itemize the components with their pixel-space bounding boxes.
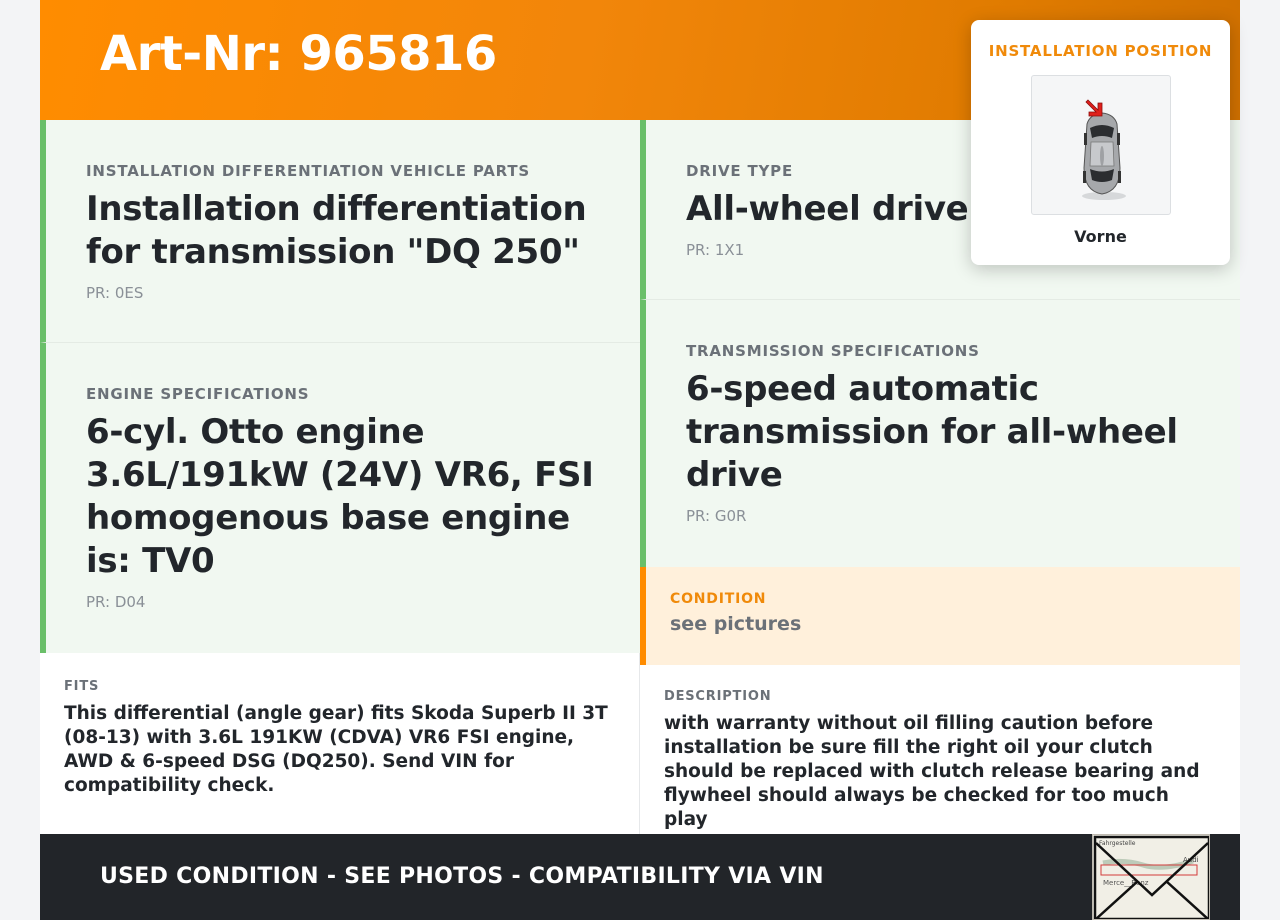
- installation-position-value: Vorne: [1074, 227, 1127, 246]
- condition-box: CONDITION see pictures: [640, 567, 1240, 665]
- vehicle-document-stamp: Fahrgestelle Audi Merce__Benz: [1092, 834, 1210, 920]
- fits-label: FITS: [64, 679, 100, 694]
- transmission-specifications-value: 6-speed automatic transmission for all-w…: [686, 369, 1178, 495]
- fits-section: FITS This differential (angle gear) fits…: [40, 653, 640, 834]
- engine-specifications-pr: PR: D04: [86, 593, 146, 611]
- installation-differentiation-pr: PR: 0ES: [86, 284, 144, 302]
- installation-differentiation-cell: INSTALLATION DIFFERENTIATION VEHICLE PAR…: [40, 120, 640, 343]
- fits-value: This differential (angle gear) fits Skod…: [64, 703, 608, 796]
- installation-differentiation-label: INSTALLATION DIFFERENTIATION VEHICLE PAR…: [86, 162, 530, 180]
- description-section: DESCRIPTION with warranty without oil fi…: [640, 665, 1240, 834]
- article-number: Art-Nr: 965816: [100, 26, 497, 82]
- condition-label: CONDITION: [670, 591, 767, 607]
- footer-bar: USED CONDITION - SEE PHOTOS - COMPATIBIL…: [40, 834, 1240, 920]
- transmission-specifications-pr: PR: G0R: [686, 507, 747, 525]
- red-arrow-icon: [1085, 99, 1103, 117]
- installation-differentiation-value: Installation differentiation for transmi…: [86, 189, 587, 272]
- installation-position-image: [1031, 75, 1171, 215]
- description-label: DESCRIPTION: [664, 689, 772, 704]
- envelope-icon: Fahrgestelle Audi Merce__Benz: [1093, 835, 1209, 919]
- transmission-specifications-cell: TRANSMISSION SPECIFICATIONS 6-speed auto…: [640, 300, 1240, 567]
- engine-specifications-value: 6-cyl. Otto engine 3.6L/191kW (24V) VR6,…: [86, 412, 594, 581]
- stamp-line-1: Fahrgestelle: [1099, 840, 1136, 847]
- condition-value: see pictures: [670, 613, 802, 635]
- description-value: with warranty without oil filling cautio…: [664, 713, 1200, 830]
- installation-position-card: INSTALLATION POSITION Vorne: [971, 20, 1230, 265]
- engine-specifications-cell: ENGINE SPECIFICATIONS 6-cyl. Otto engine…: [40, 343, 640, 653]
- footer-text: USED CONDITION - SEE PHOTOS - COMPATIBIL…: [100, 864, 824, 889]
- engine-specifications-label: ENGINE SPECIFICATIONS: [86, 385, 310, 403]
- transmission-specifications-label: TRANSMISSION SPECIFICATIONS: [686, 342, 980, 360]
- installation-position-title: INSTALLATION POSITION: [988, 42, 1213, 60]
